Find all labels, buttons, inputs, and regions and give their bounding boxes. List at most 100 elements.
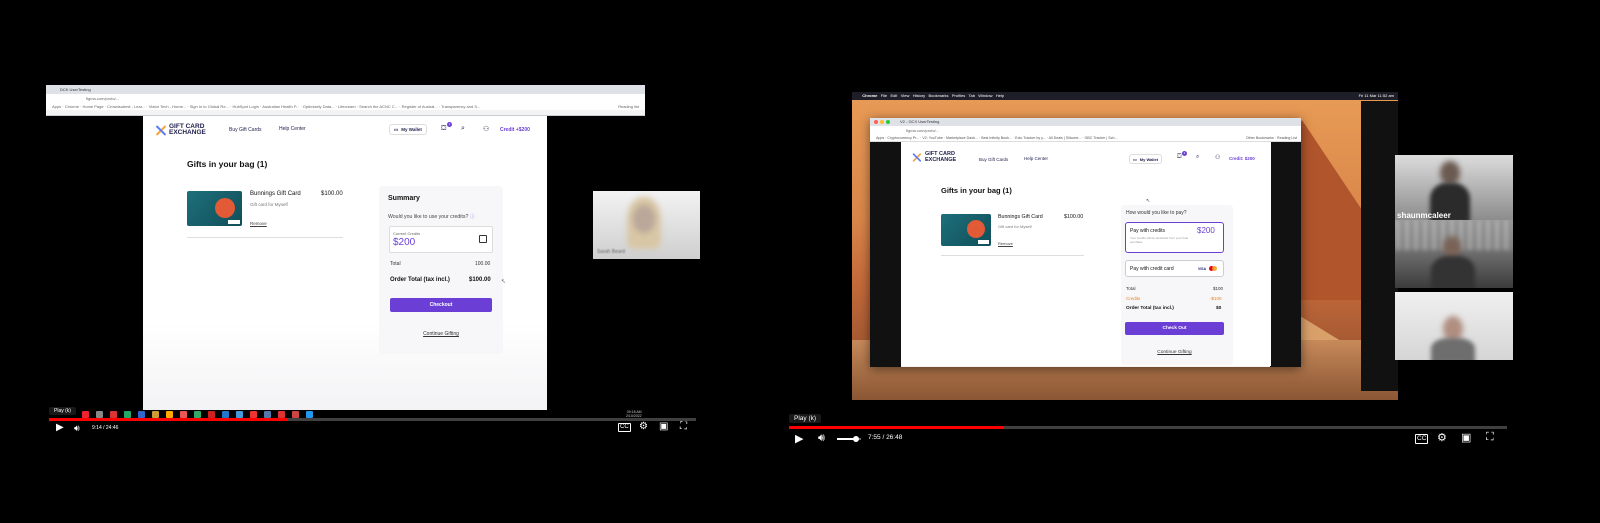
bookmark[interactable]: Home Page [82, 104, 103, 109]
menu-item[interactable]: Chrome [862, 93, 877, 98]
remove-link[interactable]: Remove [998, 241, 1013, 246]
menu-item[interactable]: Bookmarks [929, 93, 949, 98]
check-out-button[interactable]: Check Out [1125, 322, 1224, 335]
menu-item[interactable]: Profiles [952, 93, 965, 98]
bookmark[interactable]: Sign In to Global Re... [190, 104, 229, 109]
site-logo[interactable]: GIFT CARD EXCHANGE [155, 123, 206, 136]
my-wallet-button[interactable]: ▭ My Wallet [389, 124, 427, 135]
volume-knob[interactable] [853, 436, 860, 442]
bookmark[interactable]: Crowdsubmit - Lear... [107, 104, 145, 109]
settings-gear-icon[interactable]: ⚙ [1437, 431, 1447, 444]
order-total-label: Order Total (tax incl.) [1126, 306, 1174, 311]
reading-list[interactable]: Reading List [1277, 136, 1297, 140]
bookmark[interactable]: Marketplace Dash... [946, 136, 978, 140]
bookmark[interactable]: Apps [52, 104, 61, 109]
checkout-button[interactable]: Checkout [390, 298, 492, 312]
bookmark[interactable]: V2: YouTube [922, 136, 942, 140]
wallet-label: My Wallet [1139, 156, 1159, 162]
product-image[interactable] [941, 214, 991, 246]
volume-icon[interactable]: 🔊︎ [818, 432, 825, 445]
settings-gear-icon[interactable]: ⚙ [639, 421, 648, 432]
bookmark[interactable]: Transparency and S... [441, 104, 480, 109]
remove-link[interactable]: Remove [250, 221, 267, 226]
continue-gifting-link[interactable]: Continue Gifting [1125, 350, 1224, 355]
bookmark[interactable]: Chrome [65, 104, 79, 109]
credits-question: Would you like to use your credits? ⓘ [388, 214, 476, 220]
tab-title: V2 - GCX UserTesting [900, 119, 940, 124]
account-icon[interactable]: ⚇ [483, 125, 489, 133]
figma-canvas-left [870, 142, 901, 367]
menubar-clock: Fri 11 Mar 11:52 am [1358, 93, 1394, 98]
play-button[interactable]: ▶ [795, 432, 803, 445]
bookmark[interactable]: Search the ACNC C... [359, 104, 398, 109]
search-icon[interactable]: ⌕ [1196, 154, 1199, 161]
bookmark[interactable]: Optimisely Data... [303, 104, 335, 109]
bookmark[interactable]: Cryptocurrency Pr... [887, 136, 919, 140]
menu-item[interactable]: File [881, 93, 887, 98]
progress-bar[interactable] [49, 418, 696, 421]
webcam-name-label: Sarah Beard [597, 249, 626, 255]
video-player-left[interactable]: DCK UserTesting figma.com/proto/... Apps… [46, 85, 711, 450]
bookmark[interactable]: GBC Tracker | Sch... [1085, 136, 1118, 140]
play-button[interactable]: ▶ [56, 422, 64, 433]
pay-credits-label: Pay with credits [1130, 228, 1166, 234]
fullscreen-icon[interactable]: ⛶ [680, 421, 687, 432]
reading-list[interactable]: Reading list [618, 103, 645, 110]
search-icon[interactable]: ⌕ [461, 125, 465, 133]
bookmark[interactable]: All Deals | Silicone... [1049, 136, 1082, 140]
credit-balance-link[interactable]: Credit +$200 [500, 127, 530, 133]
logo-mark-icon [155, 125, 166, 136]
nav-help-center[interactable]: Help Center [279, 126, 306, 132]
bookmark[interactable]: HubSpot Login [232, 104, 258, 109]
bookmark[interactable]: Australian Health P... [262, 104, 299, 109]
video-player-right[interactable]: Chrome File Edit View History Bookmarks … [789, 45, 1540, 455]
product-name: Bunnings Gift Card [998, 214, 1043, 220]
other-bookmarks[interactable]: Other Bookmarks [1246, 136, 1274, 140]
progress-bar[interactable] [789, 426, 1507, 429]
cart-badge: 1 [1182, 151, 1187, 156]
continue-gifting-link[interactable]: Continue Gifting [390, 331, 492, 337]
cart-icon[interactable]: ⛋ [1177, 154, 1182, 161]
miniplayer-icon[interactable]: ▣ [659, 421, 668, 432]
site-logo[interactable]: GIFT CARD EXCHANGE [911, 151, 956, 163]
my-wallet-button[interactable]: ▭ My Wallet [1129, 154, 1163, 164]
account-icon[interactable]: ⚇ [1215, 154, 1220, 161]
browser-tab[interactable]: V2 - GCX UserTesting [870, 118, 1301, 126]
nav-buy-gift-cards[interactable]: Buy Gift Cards [979, 157, 1008, 162]
bag-title: Gifts in your bag (1) [187, 159, 268, 169]
play-tooltip: Play (k) [789, 414, 822, 423]
menu-item[interactable]: Window [978, 93, 992, 98]
menu-item[interactable]: Help [996, 93, 1004, 98]
volume-icon[interactable]: 🔊︎ [74, 423, 80, 434]
browser-tab[interactable]: DCK UserTesting [46, 85, 645, 94]
volume-slider[interactable] [837, 436, 861, 442]
cart-badge: 1 [447, 122, 452, 127]
menu-item[interactable]: View [901, 93, 910, 98]
mouse-cursor-icon: ↖ [1146, 198, 1151, 204]
credit-balance-link[interactable]: Credit: $200 [1229, 156, 1255, 161]
progress-played [49, 418, 289, 421]
webcam-feed-3 [1395, 292, 1513, 360]
bookmark[interactable]: Register of Austral... [402, 104, 438, 109]
info-icon[interactable]: ⓘ [470, 214, 475, 220]
bookmark[interactable]: Best Infinity Book... [981, 136, 1012, 140]
address-bar[interactable]: figma.com/proto/... [46, 94, 645, 103]
bookmark[interactable]: Ecto Tracker by y... [1015, 136, 1046, 140]
use-credits-checkbox[interactable] [479, 235, 487, 243]
captions-button[interactable]: CC [1415, 434, 1429, 444]
menu-item[interactable]: Tab [968, 93, 974, 98]
miniplayer-icon[interactable]: ▣ [1461, 431, 1471, 444]
address-bar[interactable]: figma.com/proto/... [870, 126, 1301, 135]
pay-credits-note: Your credits will be deducted from your … [1130, 236, 1188, 244]
menu-item[interactable]: History [913, 93, 925, 98]
nav-buy-gift-cards[interactable]: Buy Gift Cards [229, 127, 262, 133]
bookmark[interactable]: Lifecream [338, 104, 356, 109]
cart-icon[interactable]: ⛋ [441, 125, 446, 133]
bookmark[interactable]: Apps [876, 136, 884, 140]
bookmark[interactable]: Viator Tech - Home... [149, 104, 186, 109]
captions-button[interactable]: CC [618, 423, 631, 432]
product-image[interactable] [187, 191, 242, 226]
fullscreen-icon[interactable]: ⛶ [1486, 431, 1494, 444]
menu-item[interactable]: Edit [891, 93, 898, 98]
nav-help-center[interactable]: Help Center [1024, 156, 1048, 161]
